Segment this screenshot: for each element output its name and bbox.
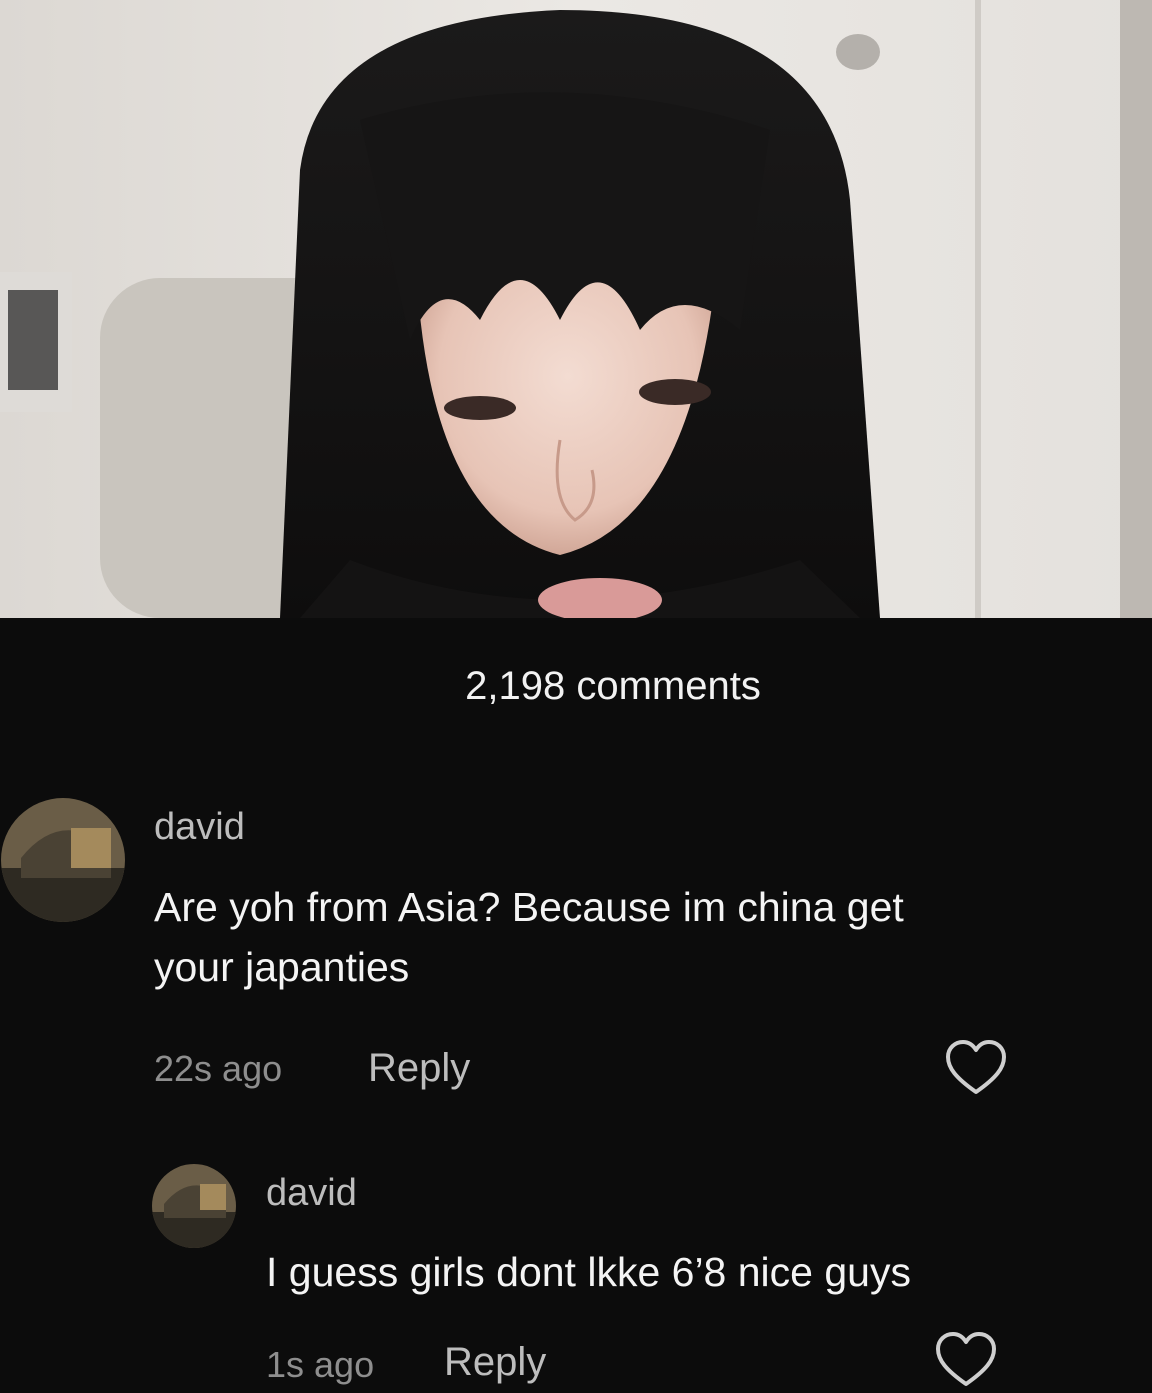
comments-count-title: 2,198 comments — [465, 664, 761, 708]
app-screen: 2,198 comments david Are yoh from Asia? … — [0, 0, 1152, 1393]
comment-username[interactable]: david — [266, 1172, 357, 1215]
comment-text: I guess girls dont lkke 6’8 nice guys — [266, 1242, 911, 1302]
comment-text-line: I guess girls dont lkke 6’8 nice guys — [266, 1249, 911, 1295]
video-frame-image — [0, 0, 1152, 618]
reply-button[interactable]: Reply — [444, 1340, 546, 1385]
heart-outline-icon — [946, 1040, 1006, 1094]
video-player[interactable] — [0, 0, 1152, 618]
comment-timestamp: 1s ago — [266, 1344, 375, 1385]
comment-text: Are yoh from Asia? Because im china get … — [154, 877, 904, 997]
like-button[interactable] — [934, 1330, 998, 1390]
comment-timestamp: 22s ago — [154, 1048, 283, 1089]
comment-text-line: your japanties — [154, 944, 410, 990]
reply-button[interactable]: Reply — [368, 1046, 470, 1091]
heart-outline-icon — [936, 1332, 996, 1386]
comments-sheet: 2,198 comments david Are yoh from Asia? … — [0, 618, 1152, 1393]
user-avatar-icon — [1, 798, 125, 922]
comment-avatar[interactable] — [1, 798, 125, 922]
comment-avatar[interactable] — [152, 1164, 236, 1248]
comment-text-line: Are yoh from Asia? Because im china get — [154, 884, 904, 930]
user-avatar-icon — [152, 1164, 236, 1248]
like-button[interactable] — [944, 1038, 1008, 1098]
comment-username[interactable]: david — [154, 806, 245, 849]
